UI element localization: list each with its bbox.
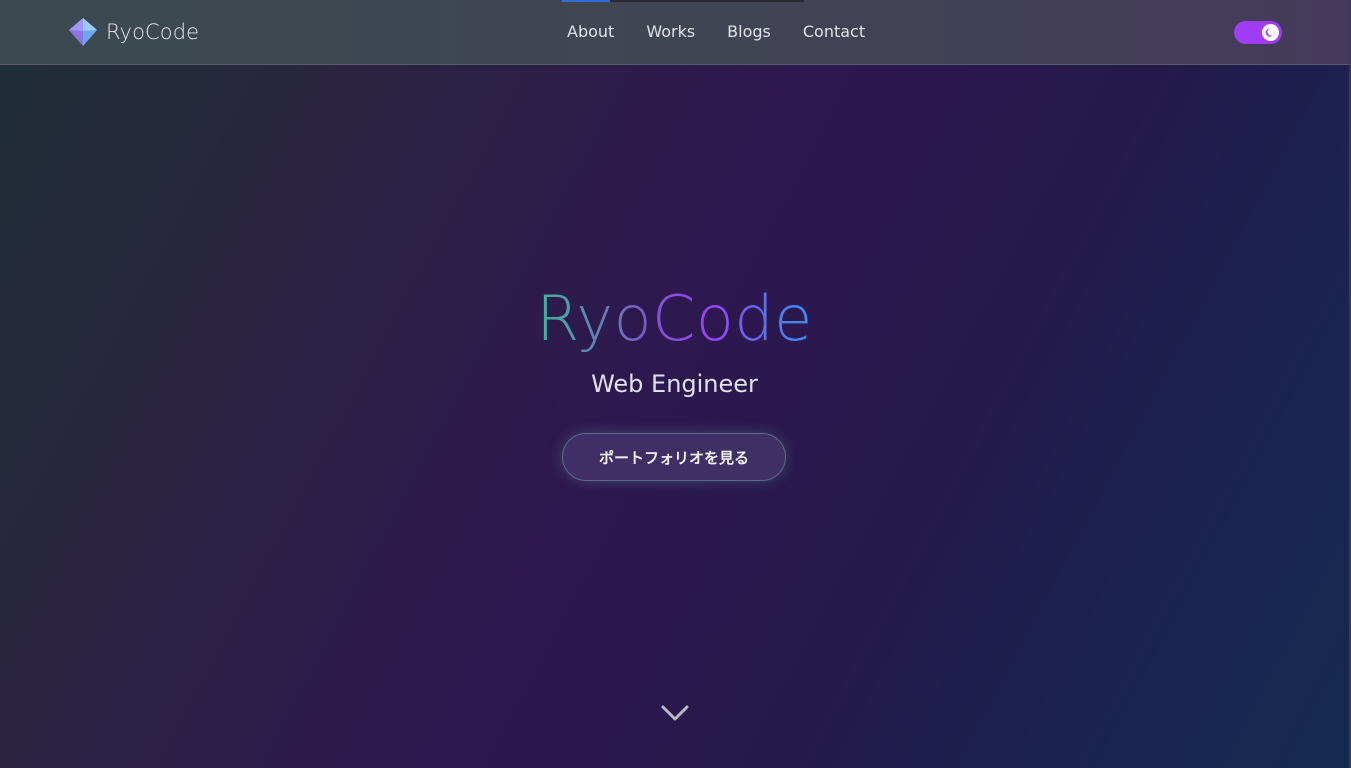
theme-toggle[interactable] (1234, 21, 1282, 44)
hero-subtitle: Web Engineer (591, 370, 758, 398)
scroll-progress-fill (562, 0, 611, 2)
theme-toggle-knob (1262, 24, 1279, 41)
main-nav: About Works Blogs Contact (567, 22, 865, 41)
site-logo[interactable]: RyoCode (68, 17, 199, 47)
nav-item-works[interactable]: Works (646, 22, 695, 41)
nav-item-blogs[interactable]: Blogs (727, 22, 771, 41)
moon-icon (1265, 28, 1273, 37)
site-header: RyoCode About Works Blogs Contact (0, 0, 1349, 65)
scroll-progress-bar (562, 0, 804, 2)
view-portfolio-button[interactable]: ポートフォリオを見る (562, 433, 786, 481)
nav-item-contact[interactable]: Contact (803, 22, 865, 41)
hero-title-text: RyoCode (536, 282, 813, 355)
chevron-down-icon[interactable] (660, 703, 690, 723)
diamond-logo-icon (69, 18, 97, 46)
logo-text: RyoCode (106, 20, 200, 44)
nav-item-about[interactable]: About (567, 22, 614, 41)
hero-title: RyoCode (0, 282, 1349, 356)
